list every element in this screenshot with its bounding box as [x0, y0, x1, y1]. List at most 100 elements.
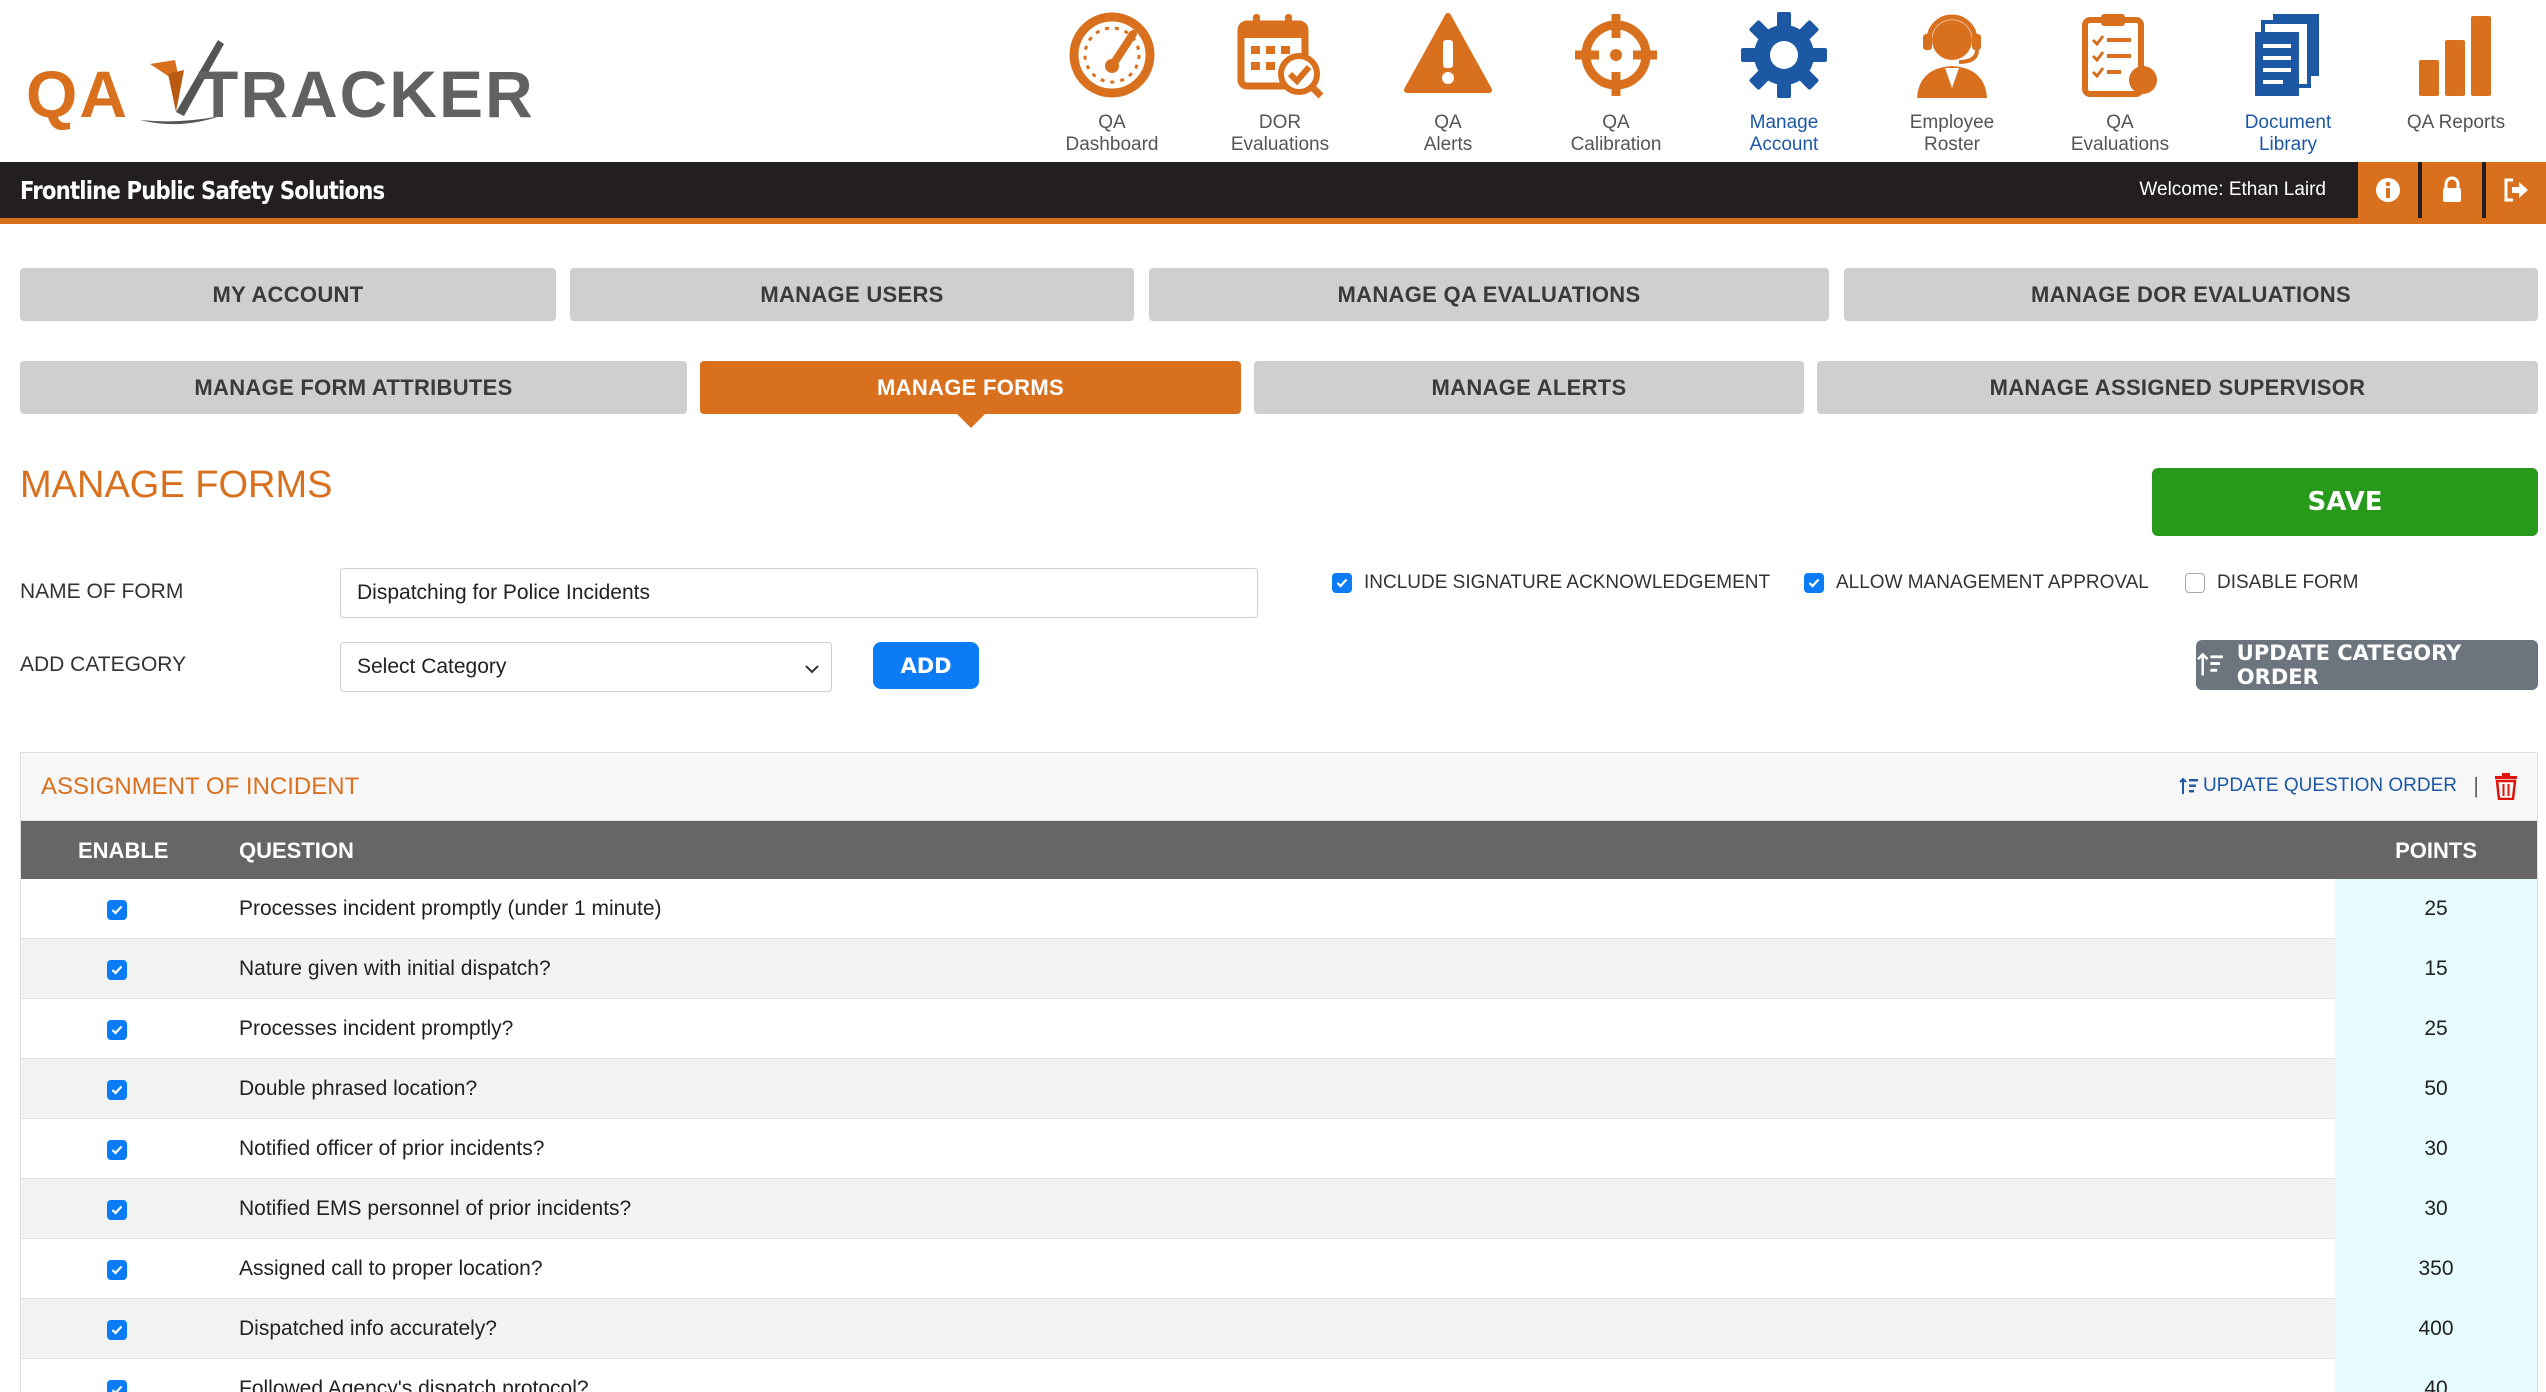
- nav-qa-evaluations[interactable]: QA Evaluations: [2036, 10, 2204, 155]
- table-row: Nature given with initial dispatch? 15: [21, 939, 2537, 999]
- nav-label: QA Dashboard: [1065, 112, 1159, 155]
- points-value[interactable]: 30: [2335, 1119, 2537, 1179]
- enable-checkbox[interactable]: [107, 1200, 127, 1220]
- trash-icon[interactable]: [2493, 772, 2519, 800]
- points-value[interactable]: 30: [2335, 1179, 2537, 1239]
- headset-user-icon: [1917, 14, 1987, 98]
- column-points: POINTS: [2395, 838, 2477, 863]
- gauge-icon: [1069, 12, 1155, 98]
- check-icon: [111, 1205, 123, 1215]
- calendar-check-icon: [1237, 14, 1324, 99]
- table-row: Double phrased location? 50: [21, 1059, 2537, 1119]
- nav-manage-account[interactable]: Manage Account: [1700, 10, 1868, 155]
- nav-document-library[interactable]: Document Library: [2204, 10, 2372, 155]
- tab-manage-assigned-supervisor[interactable]: MANAGE ASSIGNED SUPERVISOR: [1817, 361, 2538, 414]
- logo-text-right: TRACKER: [198, 57, 535, 131]
- nav-label: DOR Evaluations: [1230, 112, 1330, 155]
- tab-manage-form-attributes[interactable]: MANAGE FORM ATTRIBUTES: [20, 361, 687, 414]
- check-icon: [1336, 578, 1348, 588]
- add-category-button[interactable]: ADD: [873, 642, 979, 689]
- tab-manage-qa-evaluations[interactable]: MANAGE QA EVALUATIONS: [1149, 268, 1829, 321]
- nav-qa-calibration[interactable]: QA Calibration: [1532, 10, 1700, 155]
- nav-dor-evaluations[interactable]: DOR Evaluations: [1196, 10, 1364, 155]
- question-text: Notified officer of prior incidents?: [239, 1137, 545, 1160]
- logo-text-left: QA: [26, 57, 129, 131]
- enable-checkbox[interactable]: [107, 1140, 127, 1160]
- sort-order-icon: [2179, 777, 2198, 794]
- enable-checkbox[interactable]: [107, 1260, 127, 1280]
- points-value[interactable]: 50: [2335, 1059, 2537, 1119]
- points-value[interactable]: 25: [2335, 879, 2537, 939]
- nav-employee-roster[interactable]: Employee Roster: [1868, 10, 2036, 155]
- nav-label: QA Calibration: [1570, 112, 1662, 155]
- option-label: DISABLE FORM: [2217, 572, 2359, 593]
- points-value[interactable]: 350: [2335, 1239, 2537, 1299]
- enable-checkbox[interactable]: [107, 1080, 127, 1100]
- form-name-input[interactable]: Dispatching for Police Incidents: [340, 568, 1258, 618]
- nav-label: QA Evaluations: [2070, 112, 2170, 155]
- nav-qa-reports[interactable]: QA Reports: [2372, 10, 2540, 150]
- option-disable-form[interactable]: DISABLE FORM: [2185, 572, 2358, 594]
- sort-order-icon: [2197, 652, 2223, 676]
- org-name: Frontline Public Safety Solutions: [20, 176, 385, 205]
- qa-tracker-logo[interactable]: QA TRACKER: [26, 34, 536, 134]
- points-value[interactable]: 15: [2335, 939, 2537, 999]
- option-management-approval[interactable]: ALLOW MANAGEMENT APPROVAL: [1804, 572, 2149, 594]
- question-text: Nature given with initial dispatch?: [239, 957, 551, 980]
- points-value[interactable]: 40: [2335, 1359, 2537, 1392]
- check-icon: [111, 905, 123, 915]
- update-question-order-link[interactable]: UPDATE QUESTION ORDER: [2179, 775, 2457, 797]
- sign-out-button[interactable]: [2484, 162, 2546, 218]
- info-icon: [2376, 178, 2400, 202]
- category-select-value: Select Category: [357, 655, 507, 678]
- question-text: Processes incident promptly (under 1 min…: [239, 897, 662, 920]
- welcome-text: Welcome: Ethan Laird: [2139, 179, 2326, 200]
- chevron-down-icon: [805, 665, 819, 674]
- nav-qa-dashboard[interactable]: QA Dashboard: [1028, 10, 1196, 155]
- top-nav: QA Dashboard DOR Evaluations QA Alerts Q…: [1028, 0, 2546, 162]
- checkbox-checked[interactable]: [1804, 573, 1824, 593]
- question-text: Dispatched info accurately?: [239, 1317, 497, 1340]
- enable-checkbox[interactable]: [107, 900, 127, 920]
- option-label: ALLOW MANAGEMENT APPROVAL: [1836, 572, 2149, 593]
- tab-manage-dor-evaluations[interactable]: MANAGE DOR EVALUATIONS: [1844, 268, 2538, 321]
- nav-label: Document Library: [2244, 112, 2332, 155]
- enable-checkbox[interactable]: [107, 1380, 127, 1392]
- question-text: Followed Agency's dispatch protocol?: [239, 1377, 589, 1392]
- check-icon: [111, 1385, 123, 1392]
- question-text: Processes incident promptly?: [239, 1017, 514, 1040]
- table-row: Assigned call to proper location? 350: [21, 1239, 2537, 1299]
- enable-checkbox[interactable]: [107, 960, 127, 980]
- bar-chart-icon: [2419, 16, 2491, 96]
- org-bar: Frontline Public Safety Solutions Welcom…: [0, 162, 2546, 224]
- check-icon: [111, 1325, 123, 1335]
- table-row: Followed Agency's dispatch protocol? 40: [21, 1359, 2537, 1392]
- column-enable: ENABLE: [78, 838, 169, 863]
- category-header: ASSIGNMENT OF INCIDENT UPDATE QUESTION O…: [21, 753, 2537, 821]
- info-button[interactable]: [2356, 162, 2418, 218]
- points-value[interactable]: 400: [2335, 1299, 2537, 1359]
- top-header: QA TRACKER QA Dashboard DOR Evaluations …: [0, 0, 2546, 162]
- enable-checkbox[interactable]: [107, 1020, 127, 1040]
- check-icon: [1808, 578, 1820, 588]
- tab-manage-users[interactable]: MANAGE USERS: [570, 268, 1134, 321]
- tab-manage-alerts[interactable]: MANAGE ALERTS: [1254, 361, 1804, 414]
- category-select[interactable]: Select Category: [340, 642, 832, 692]
- tab-my-account[interactable]: MY ACCOUNT: [20, 268, 556, 321]
- points-value[interactable]: 25: [2335, 999, 2537, 1059]
- enable-checkbox[interactable]: [107, 1320, 127, 1340]
- check-icon: [111, 1025, 123, 1035]
- update-category-order-label: UPDATE CATEGORY ORDER: [2236, 641, 2462, 689]
- checkbox-checked[interactable]: [1332, 573, 1352, 593]
- option-signature-acknowledgement[interactable]: INCLUDE SIGNATURE ACKNOWLEDGEMENT: [1332, 572, 1770, 594]
- tab-manage-forms[interactable]: MANAGE FORMS: [700, 361, 1241, 428]
- option-label: INCLUDE SIGNATURE ACKNOWLEDGEMENT: [1364, 572, 1771, 593]
- column-question: QUESTION: [239, 838, 354, 863]
- lock-button[interactable]: [2420, 162, 2482, 218]
- check-icon: [111, 1145, 123, 1155]
- nav-qa-alerts[interactable]: QA Alerts: [1364, 10, 1532, 155]
- checkbox-unchecked[interactable]: [2185, 573, 2205, 593]
- save-button[interactable]: SAVE: [2152, 468, 2538, 536]
- page-title: MANAGE FORMS: [20, 464, 333, 506]
- update-category-order-button[interactable]: UPDATE CATEGORY ORDER: [2196, 640, 2538, 690]
